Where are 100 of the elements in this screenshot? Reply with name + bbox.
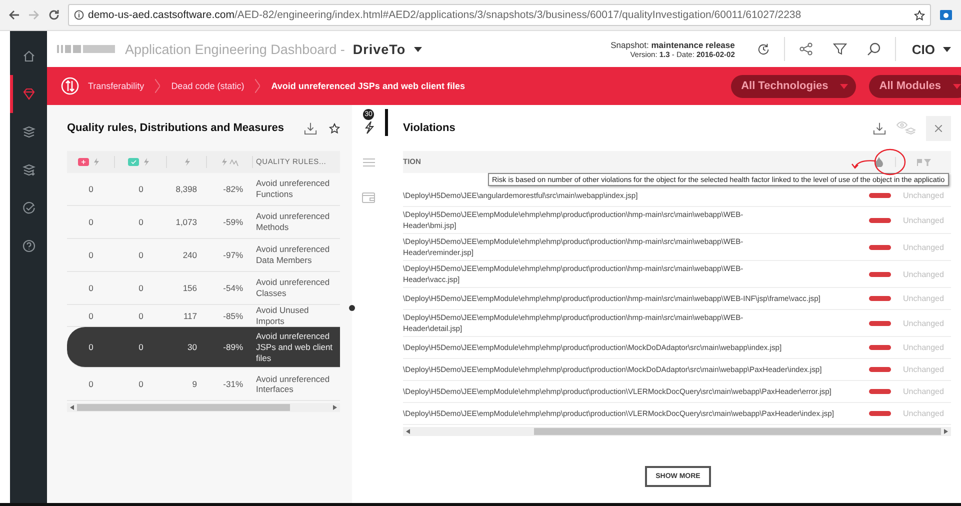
filter-icon[interactable]	[832, 42, 847, 56]
rule-row[interactable]: 0 0 240 -97% Avoid unreferenced Data Members	[67, 239, 340, 272]
breadcrumb-link[interactable]: Avoid unreferenced JSPs and web client files	[271, 81, 465, 91]
table-cell-text: -89%	[222, 342, 244, 352]
table-cell-text: 0	[138, 217, 144, 227]
breadcrumb-link[interactable]: Transferability	[88, 81, 144, 91]
table-cell-text: 8,398	[174, 184, 198, 194]
risk-bar	[869, 193, 891, 198]
filter-dropdown[interactable]: All Technologies	[731, 74, 856, 98]
panel-title: Quality rules, Distributions and Measures	[67, 122, 285, 134]
snapshot-label: Snapshot: maintenance release	[610, 40, 735, 50]
user-menu[interactable]: CIO	[904, 42, 951, 56]
star-icon[interactable]	[329, 122, 340, 134]
chevron-icon	[155, 79, 160, 93]
table-cell-text: 156	[182, 283, 198, 293]
table-cell-text: 0	[88, 250, 94, 260]
table-cell-text: -82%	[222, 184, 244, 194]
risk-bar	[869, 244, 891, 250]
risk-bar	[869, 345, 891, 350]
risk-bar	[869, 296, 891, 301]
rule-row[interactable]: 0 0 8,398 -82% Avoid unreferenced Functions	[67, 173, 340, 206]
transfer-icon	[61, 77, 79, 95]
table-cell-text: 0	[138, 310, 144, 321]
table-cell-text: 0	[138, 283, 144, 293]
download-icon[interactable]	[304, 122, 317, 134]
rule-row[interactable]: 0 0 9 -31% Avoid unreferenced Interfaces	[67, 368, 340, 402]
table-cell-text: -54%	[222, 283, 244, 293]
scrollbar[interactable]	[67, 403, 340, 412]
rule-row[interactable]: 0 0 1,073 -59% Avoid unreferenced Methods	[67, 206, 340, 239]
close-icon	[935, 124, 942, 132]
table-cell-text: 9	[191, 379, 198, 390]
history-icon[interactable]	[756, 42, 770, 56]
scroll-left-icon[interactable]	[70, 405, 74, 410]
table-cell-text: 0	[88, 217, 94, 227]
bolt-icon	[184, 158, 190, 166]
breadcrumb-link[interactable]: Dead code (static)	[171, 81, 244, 91]
url-path: /AED-82/engineering/index.html#AED2/applications/3/snapshots/3/business/60017/qualityInvestigation/60011/61027/2238	[234, 9, 802, 21]
table-cell-text: 1,073	[174, 217, 198, 227]
table-cell-text: 0	[88, 310, 94, 321]
status-text: Unchanged	[902, 387, 945, 396]
risk-bar	[869, 272, 891, 276]
table-cell-text: -59%	[222, 217, 244, 227]
status-text: Unchanged	[902, 409, 945, 418]
table-cell-text: Avoid unreferenced Functions	[255, 178, 331, 200]
share-icon[interactable]	[798, 42, 813, 56]
status-text: Unchanged	[902, 242, 945, 252]
bolt-icon[interactable]	[364, 121, 374, 134]
download-icon[interactable]	[873, 122, 886, 134]
table-cell-text: Avoid unreferenced JSPs and web client files	[255, 331, 334, 364]
scroll-right-icon[interactable]	[944, 429, 948, 434]
table-cell-text: 0	[138, 184, 144, 194]
logo-icon	[57, 45, 115, 53]
address-bar[interactable]: demo-us-aed.castsoftware.com/AED-82/engineering/index.html#AED2/applications/3/snapshots/3/business/60017/qualityInvestigation/60011/61027/2238	[68, 4, 931, 26]
table-cell-text: -85%	[222, 310, 244, 321]
scrollbar[interactable]	[403, 427, 951, 436]
rule-row[interactable]: 0 0 156 -54% Avoid unreferenced Classes	[67, 272, 340, 305]
table-cell-text: 0	[88, 184, 94, 194]
caret-icon	[840, 84, 848, 88]
risk-bar	[869, 411, 891, 416]
info-icon	[74, 10, 84, 20]
status-text: Unchanged	[902, 365, 945, 374]
scroll-right-icon[interactable]	[333, 405, 337, 410]
back-icon[interactable]	[8, 9, 20, 21]
panel-title: Violations	[403, 122, 456, 134]
star-icon[interactable]	[914, 10, 925, 20]
filter-dropdown[interactable]: All Modules	[869, 74, 961, 98]
table-cell-text: 0	[88, 379, 94, 390]
caret-icon	[943, 46, 951, 52]
table-cell-text: 240	[182, 250, 198, 260]
status-text: Unchanged	[902, 318, 945, 328]
active-indicator	[385, 109, 388, 136]
table-cell-text: 0	[88, 283, 94, 293]
risk-bar	[869, 218, 891, 222]
table-cell-text: 0	[138, 342, 144, 352]
table-cell-text: 0	[138, 250, 144, 260]
close-button[interactable]	[926, 116, 951, 140]
scroll-left-icon[interactable]	[406, 429, 410, 434]
chevron-icon	[255, 79, 260, 93]
search-icon[interactable]	[866, 42, 881, 56]
application-dropdown[interactable]: DriveTo	[352, 42, 422, 56]
reload-icon[interactable]	[48, 9, 60, 21]
table-cell-text: 0	[138, 379, 144, 390]
table-cell-text: -97%	[222, 250, 244, 260]
table-cell-text: 0	[88, 342, 94, 352]
url-host: demo-us-aed.castsoftware.com	[88, 9, 234, 21]
caret-icon	[953, 84, 961, 88]
rule-row[interactable]: 0 0 30 -89% Avoid unreferenced JSPs and web client files	[67, 327, 340, 368]
extension-icon[interactable]	[939, 8, 953, 22]
table-cell-text: -31%	[222, 379, 244, 390]
status-text: Unchanged	[902, 270, 945, 278]
status-text: Unchanged	[902, 294, 945, 303]
table-cell-text: Avoid Unused Imports	[255, 305, 310, 326]
dashboard-title: Application Engineering Dashboard -	[125, 42, 345, 56]
table-cell-text: Avoid unreferenced Classes	[255, 277, 331, 299]
table-cell-text: Avoid unreferenced Methods	[255, 211, 331, 233]
risk-bar	[869, 367, 891, 372]
risk-bar	[869, 389, 891, 394]
status-text: Unchanged	[902, 343, 945, 352]
status-text: Unchanged	[902, 216, 945, 224]
table-cell-text: Avoid unreferenced Interfaces	[255, 374, 331, 395]
